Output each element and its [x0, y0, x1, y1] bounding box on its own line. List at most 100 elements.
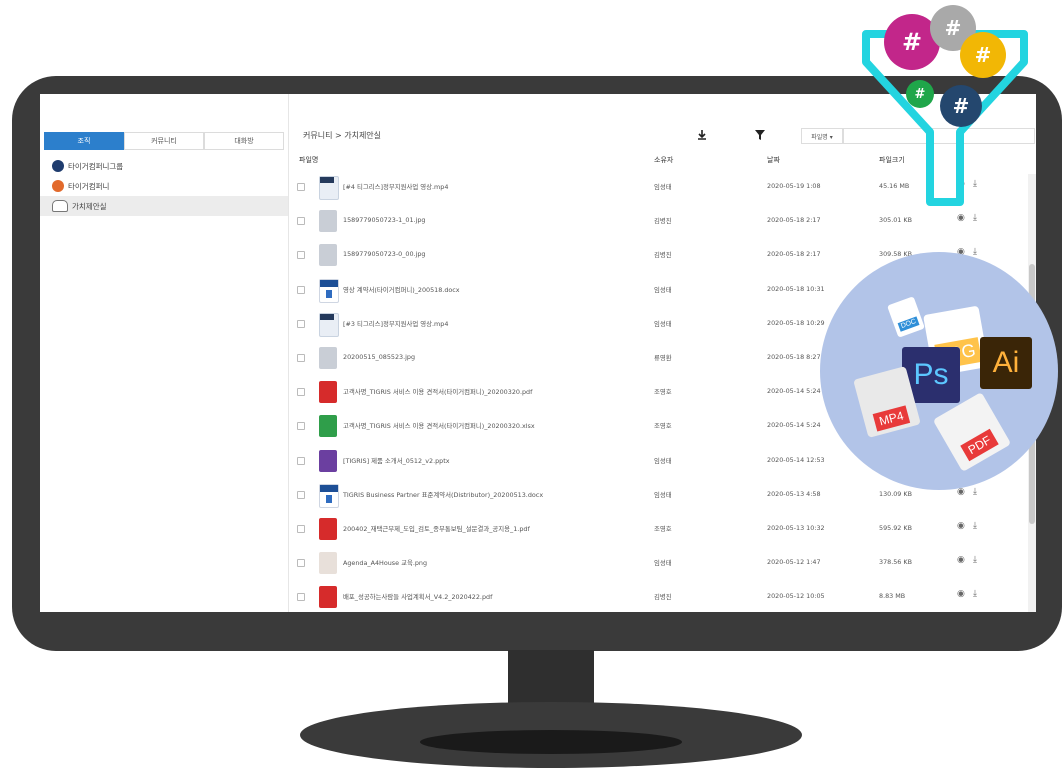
file-owner: 임성태	[654, 456, 672, 465]
file-owner: 임성태	[654, 559, 672, 568]
file-date: 2020-05-18 8:27	[767, 352, 821, 361]
file-size: 130.09 KB	[879, 489, 912, 498]
file-size: 8.83 MB	[879, 592, 906, 601]
row-checkbox[interactable]	[297, 593, 305, 602]
file-name[interactable]: 20200515_085523.jpg	[343, 353, 415, 361]
row-download-icon[interactable]: ⤓	[973, 521, 977, 531]
file-date: 2020-05-13 10:32	[767, 523, 825, 532]
preview-eye-icon[interactable]: ◉	[957, 521, 965, 531]
tree-item-label: 가치제안실	[72, 201, 107, 211]
file-date: 2020-05-14 5:24	[767, 421, 821, 430]
row-checkbox[interactable]	[297, 388, 305, 397]
row-checkbox[interactable]	[297, 422, 305, 431]
table-row[interactable]: 배포_성공하는사람들 사업계획서_V4.2_2020422.pdf 김병진 2020…	[289, 580, 1036, 612]
png-file-icon	[319, 552, 337, 575]
row-checkbox[interactable]	[297, 524, 305, 533]
row-download-icon[interactable]: ⤓	[973, 247, 977, 257]
table-row[interactable]: Agenda_A4House 교육.png 임성태 2020-05-12 1:47 3…	[289, 546, 1036, 580]
row-download-icon[interactable]: ⤓	[973, 487, 977, 497]
hashtag-yellow-icon: #	[960, 32, 1006, 78]
filter-icon	[755, 130, 765, 140]
file-date: 2020-05-12 1:47	[767, 558, 821, 567]
video-file-icon	[319, 312, 339, 337]
tab-community[interactable]: 커뮤니티	[124, 132, 204, 150]
file-owner: 조영호	[654, 422, 672, 431]
file-name[interactable]: [TIGRIS] 제품 소개서_0512_v2.pptx	[343, 456, 450, 465]
download-button[interactable]	[687, 126, 717, 144]
community-group-icon	[52, 200, 68, 212]
image-file-icon	[319, 210, 337, 233]
file-name[interactable]: 영상 계약서(타이거컴퍼니)_200518.docx	[343, 285, 460, 294]
column-header-filename[interactable]: 파일명	[299, 155, 318, 165]
file-date: 2020-05-18 10:31	[767, 284, 825, 293]
file-date: 2020-05-13 4:58	[767, 489, 821, 498]
column-header-owner[interactable]: 소유자	[654, 155, 673, 165]
file-date: 2020-05-18 2:17	[767, 250, 821, 259]
pdf-file-label: PDF	[960, 428, 999, 462]
preview-eye-icon[interactable]: ◉	[957, 589, 965, 599]
org-tree: 타이거컴퍼니그룹 타이거컴퍼니 가치제안실	[40, 156, 288, 216]
row-checkbox[interactable]	[297, 251, 305, 260]
row-checkbox[interactable]	[297, 353, 305, 362]
row-checkbox[interactable]	[297, 183, 305, 191]
illustrator-file-icon: Ai	[980, 337, 1032, 389]
hashtag-green-icon: #	[906, 80, 934, 108]
file-date: 2020-05-12 10:05	[767, 592, 825, 601]
tab-organization[interactable]: 조직	[44, 132, 124, 150]
file-name[interactable]: [#4 티그리스]정부지원사업 영상.mp4	[343, 182, 448, 191]
tree-item-company-group[interactable]: 타이거컴퍼니그룹	[40, 156, 288, 176]
tree-item-label: 타이거컴퍼니그룹	[68, 161, 124, 171]
file-name[interactable]: 1589779050723-1_01.jpg	[343, 216, 425, 224]
tree-item-label: 타이거컴퍼니	[68, 181, 110, 191]
file-name[interactable]: TIGRIS Business Partner 표준계약서(Distributo…	[343, 490, 543, 499]
row-checkbox[interactable]	[297, 319, 305, 328]
monitor-base-shadow	[420, 730, 682, 754]
file-name[interactable]: 200402_재택근무제_도입_검토_종무통보팀_설문결과_공지용_1.pdf	[343, 524, 530, 533]
file-owner: 김병진	[654, 217, 672, 226]
row-checkbox[interactable]	[297, 456, 305, 465]
doc-file-icon: DOC	[887, 296, 925, 338]
file-name[interactable]: 1589779050723-0_00.jpg	[343, 250, 425, 258]
pdf-file-icon	[319, 381, 337, 404]
file-owner: 임성태	[654, 319, 672, 328]
file-owner: 김병진	[654, 251, 672, 260]
company-group-icon	[52, 160, 64, 172]
file-name[interactable]: 고객사명_TIGRIS 서비스 이용 견적서(타이거컴퍼니)_20200320.…	[343, 421, 535, 430]
panel-tabs: 조직 커뮤니티 대화방	[44, 132, 284, 150]
tree-item-company[interactable]: 타이거컴퍼니	[40, 176, 288, 196]
table-row[interactable]: 200402_재택근무제_도입_검토_종무통보팀_설문결과_공지용_1.pdf 조…	[289, 512, 1036, 546]
file-size: 595.92 KB	[879, 523, 912, 532]
file-owner: 류영환	[654, 353, 672, 362]
file-name[interactable]: Agenda_A4House 교육.png	[343, 558, 427, 567]
excel-file-icon	[319, 415, 337, 438]
row-checkbox[interactable]	[297, 490, 305, 499]
pdf-file-icon	[319, 517, 337, 540]
left-panel: 조직 커뮤니티 대화방 타이거컴퍼니그룹 타이거컴퍼니 가치제안실	[40, 94, 289, 612]
file-date: 2020-05-14 12:53	[767, 455, 825, 464]
word-file-icon	[319, 278, 339, 303]
column-header-date[interactable]: 날짜	[767, 155, 780, 165]
row-download-icon[interactable]: ⤓	[973, 555, 977, 565]
download-icon	[698, 130, 706, 140]
tree-item-value-proposal[interactable]: 가치제안실	[40, 196, 288, 216]
preview-eye-icon[interactable]: ◉	[957, 555, 965, 565]
file-name[interactable]: [#3 티그리스]정부지원사업 영상.mp4	[343, 319, 448, 328]
row-checkbox[interactable]	[297, 559, 305, 568]
doc-file-label: DOC	[897, 316, 920, 332]
file-name[interactable]: 고객사명_TIGRIS 서비스 이용 견적서(타이거컴퍼니)_20200320.…	[343, 387, 532, 396]
sort-select[interactable]: 파일명 ▾	[801, 128, 843, 144]
row-checkbox[interactable]	[297, 285, 305, 294]
file-name[interactable]: 배포_성공하는사람들 사업계획서_V4.2_2020422.pdf	[343, 592, 492, 601]
image-file-icon	[319, 244, 337, 267]
file-date: 2020-05-18 10:29	[767, 318, 825, 327]
image-file-icon	[319, 346, 337, 369]
mp4-file-label: MP4	[872, 405, 911, 432]
filter-button[interactable]	[745, 126, 775, 144]
file-types-illustration: DOC JPG Ps Ai MP4 PDF	[820, 252, 1058, 490]
word-file-icon	[319, 483, 339, 508]
file-owner: 김병진	[654, 593, 672, 602]
file-owner: 임성태	[654, 285, 672, 294]
row-download-icon[interactable]: ⤓	[973, 589, 977, 599]
tab-chatroom[interactable]: 대화방	[204, 132, 284, 150]
row-checkbox[interactable]	[297, 217, 305, 226]
